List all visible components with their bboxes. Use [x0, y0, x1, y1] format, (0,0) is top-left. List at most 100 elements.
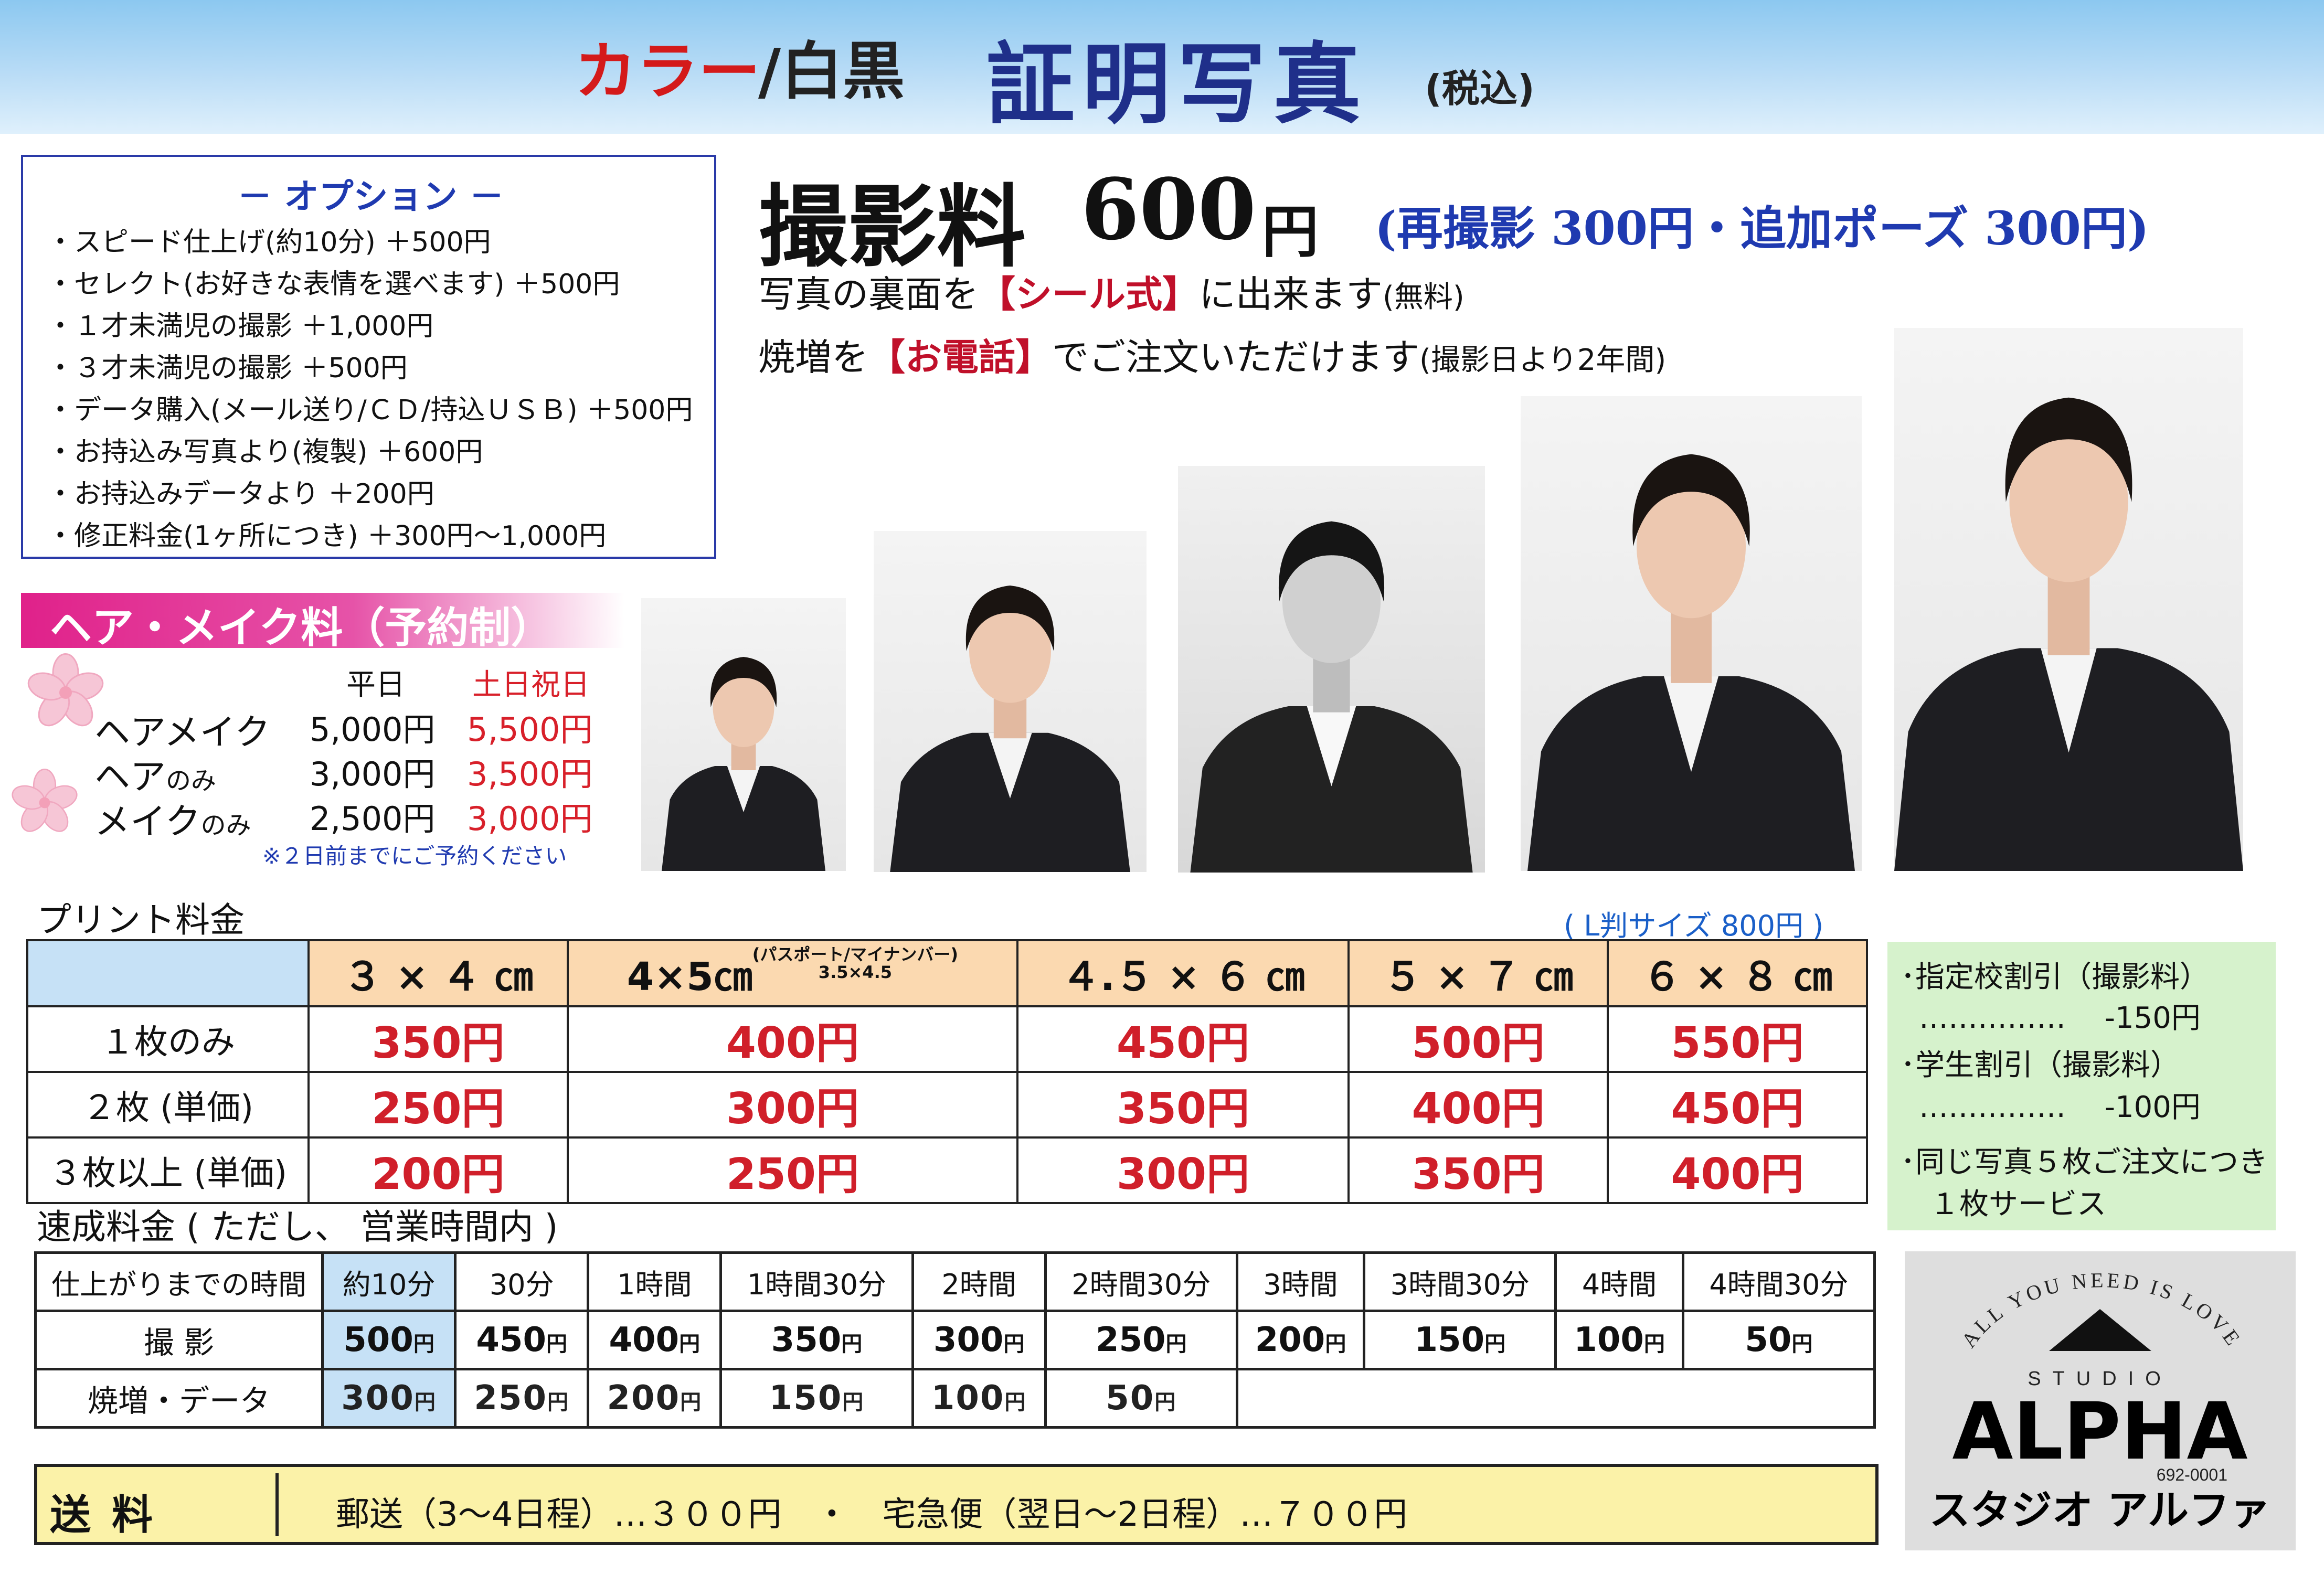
- table-row: ３枚以上 (単価) 200円 250円 300円 350円 400円: [26, 1136, 1868, 1204]
- yen-unit: 円: [1791, 1332, 1813, 1356]
- express-price-value: 500: [343, 1321, 413, 1359]
- price-cell: 300円: [1016, 1136, 1350, 1204]
- option-item: ・３才未満児の撮影 ＋500円: [47, 353, 408, 384]
- express-price-value: 150: [769, 1379, 843, 1418]
- size-header: ５ × ７ ㎝: [1347, 939, 1609, 1007]
- express-price-value: 250: [474, 1379, 547, 1418]
- sample-photo-5x7: [1521, 396, 1862, 871]
- hair-make-holiday-price: 3,500円: [467, 755, 593, 793]
- price-cell: 500円: [1347, 1005, 1609, 1073]
- size-sup-text: 3.5×4.5: [818, 962, 892, 982]
- portrait-image: [662, 657, 825, 871]
- yen-unit: 円: [679, 1332, 701, 1356]
- option-item: ・お持込みデータより ＋200円: [47, 478, 434, 510]
- price-cell: 550円: [1607, 1005, 1868, 1073]
- express-price: 300円: [911, 1310, 1047, 1370]
- yen-unit: 円: [414, 1390, 437, 1415]
- express-price: 300円: [321, 1368, 457, 1429]
- reorder-note-small: (撮影日より2年間): [1419, 343, 1667, 377]
- sample-photo-4.5x6: [1178, 466, 1485, 873]
- express-fee-label: 速成料金 ( ただし、 営業時間内 ): [37, 1207, 558, 1247]
- yen-unit: 円: [413, 1332, 434, 1356]
- portrait-image: [1190, 521, 1473, 873]
- sample-photo-4x5: [874, 531, 1147, 872]
- table-header-row: ３ × ４ ㎝ 4×5㎝(パスポート/マイナンバー) 3.5×4.5 ４.５ × …: [26, 939, 1868, 1007]
- table-row: ２枚 (単価) 250円 300円 350円 400円 450円: [26, 1071, 1868, 1139]
- express-price-value: 350: [771, 1321, 842, 1359]
- time-cell: 2時間: [911, 1251, 1047, 1312]
- yen-unit: 円: [1484, 1332, 1506, 1356]
- shooting-fee-yen: 円: [1262, 199, 1319, 265]
- yen-unit: 円: [546, 1332, 567, 1356]
- options-box: － オプション － ・スピード仕上げ(約10分) ＋500円 ・セレクト(お好き…: [21, 155, 716, 559]
- express-price: 250円: [1044, 1310, 1238, 1370]
- shipping-label: 送料: [50, 1492, 174, 1539]
- header-bw-label: /白黒: [758, 35, 905, 108]
- option-item: ・スピード仕上げ(約10分) ＋500円: [47, 227, 491, 258]
- reorder-note-text: 焼増を: [758, 336, 868, 379]
- express-price-value: 50: [1106, 1379, 1155, 1418]
- express-price-value: 300: [341, 1379, 415, 1418]
- portrait-image: [1894, 397, 2243, 871]
- row-label: ３枚以上 (単価): [26, 1136, 310, 1204]
- discount-item: …………… -150円: [1919, 1001, 2201, 1035]
- express-price: 100円: [911, 1368, 1047, 1429]
- sample-photo-6x8: [1894, 328, 2243, 871]
- option-item: ・データ購入(メール送り/ＣＤ/持込ＵＳＢ) ＋500円: [47, 395, 693, 426]
- reorder-note: 焼増を【お電話】でご注文いただけます(撮影日より2年間): [758, 328, 1666, 381]
- price-cell: 250円: [307, 1071, 569, 1139]
- price-cell: 350円: [1016, 1071, 1350, 1139]
- express-price-value: 450: [476, 1321, 546, 1359]
- size-header-text: 4×5㎝: [627, 954, 752, 999]
- express-price: 50円: [1044, 1368, 1238, 1429]
- hair-make-suffix: のみ: [200, 811, 251, 840]
- logo-phone-text: 692-0001: [2157, 1465, 2227, 1484]
- shooting-fee-extra: (再撮影 300円・追加ポーズ 300円): [1375, 201, 2149, 256]
- time-cell: 4時間: [1554, 1251, 1684, 1312]
- shoot-row: 撮 影 500円 450円 400円 350円 300円 250円 200円 1…: [34, 1310, 1876, 1370]
- express-price-value: 100: [1574, 1321, 1644, 1359]
- time-cell: 3時間: [1235, 1251, 1366, 1312]
- seal-note: 写真の裏面を【シール式】に出来ます(無料): [758, 265, 1465, 318]
- yen-unit: 円: [1165, 1332, 1187, 1356]
- cherry-blossom-icon: [12, 769, 78, 832]
- table-corner: [26, 939, 310, 1007]
- hair-make-title: ヘア・メイク料（予約制）: [50, 603, 553, 652]
- option-item: ・１才未満児の撮影 ＋1,000円: [47, 311, 434, 342]
- express-price-value: 50: [1745, 1321, 1792, 1359]
- hair-make-weekday-price: 5,000円: [310, 710, 436, 749]
- reservation-note: ※２日前までにご予約ください: [262, 843, 567, 869]
- cherry-blossom-icon: [27, 653, 104, 727]
- shooting-fee-value: 600: [1081, 160, 1256, 259]
- price-cell: 300円: [566, 1071, 1018, 1139]
- express-price-table: 仕上がりまでの時間 約10分 30分 1時間 1時間30分 2時間 2時間30分…: [34, 1251, 1876, 1429]
- data-row: 焼増・データ 300円 250円 200円 150円 100円 50円: [34, 1368, 1876, 1429]
- hair-make-weekday-price: 3,000円: [310, 755, 436, 793]
- logo-kana-text: スタジオ アルファ: [1929, 1487, 2270, 1534]
- time-cell: 3時間30分: [1363, 1251, 1557, 1312]
- size-header: ４.５ × ６ ㎝: [1016, 939, 1350, 1007]
- discount-item: ･学生割引（撮影料）: [1901, 1048, 2180, 1082]
- yen-unit: 円: [1003, 1332, 1025, 1356]
- price-cell: 400円: [1347, 1071, 1609, 1139]
- size-header: ６ × ８ ㎝: [1607, 939, 1868, 1007]
- yen-unit: 円: [1643, 1332, 1665, 1356]
- yen-unit: 円: [680, 1390, 703, 1415]
- time-cell: 1時間: [587, 1251, 723, 1312]
- studio-logo: ALL YOU NEED IS LOVE STUDIO ALPHA 692-00…: [1905, 1251, 2296, 1550]
- express-price: 150円: [1363, 1310, 1557, 1370]
- studio-alpha-logo: ALL YOU NEED IS LOVE STUDIO ALPHA 692-00…: [1929, 1268, 2270, 1534]
- time-cell: 2時間30分: [1044, 1251, 1238, 1312]
- express-price-value: 200: [607, 1379, 681, 1418]
- price-cell: 200円: [307, 1136, 569, 1204]
- size-header-sup: (パスポート/マイナンバー) 3.5×4.5: [752, 945, 958, 981]
- row-label: １枚のみ: [26, 1005, 310, 1073]
- size-header: 4×5㎝(パスポート/マイナンバー) 3.5×4.5: [566, 939, 1018, 1007]
- express-price: 50円: [1681, 1310, 1876, 1370]
- yen-unit: 円: [842, 1390, 865, 1415]
- discount-box: ･指定校割引（撮影料） …………… -150円 ･学生割引（撮影料） ………………: [1887, 942, 2276, 1230]
- yen-unit: 円: [1154, 1390, 1177, 1415]
- print-price-table: ３ × ４ ㎝ 4×5㎝(パスポート/マイナンバー) 3.5×4.5 ４.５ × …: [26, 939, 1868, 1204]
- express-price-value: 200: [1255, 1321, 1325, 1359]
- yen-unit: 円: [841, 1332, 863, 1356]
